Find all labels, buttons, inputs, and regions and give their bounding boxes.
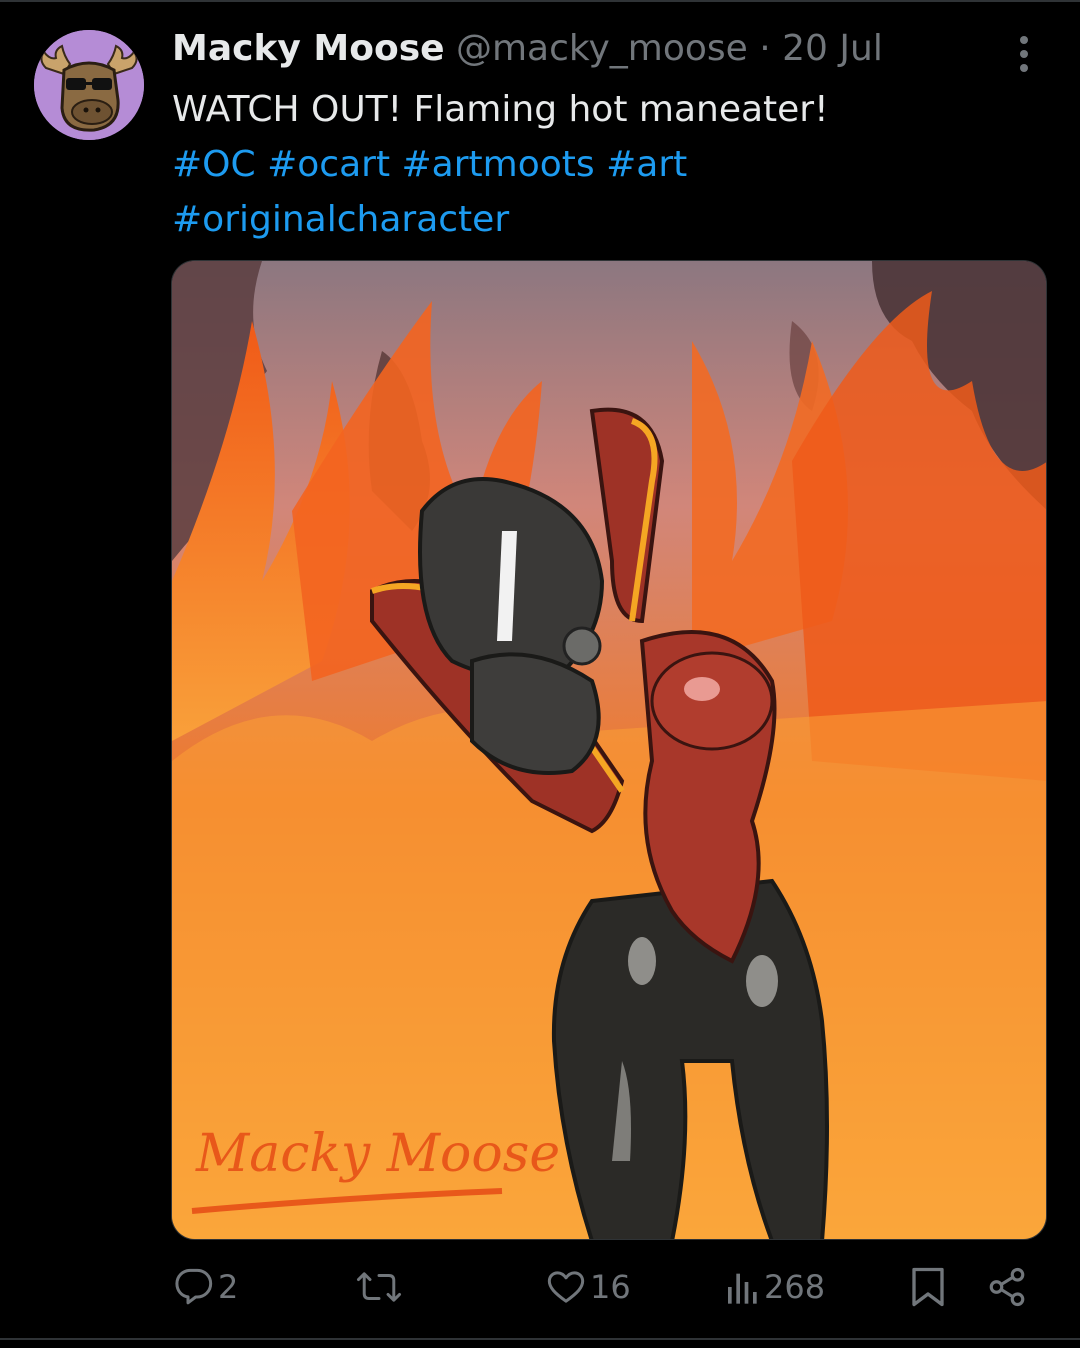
repost-icon [356,1272,402,1302]
hashtag-link[interactable]: #OC [172,144,256,185]
heart-icon [547,1271,585,1303]
bookmark-icon [912,1267,944,1307]
reply-icon [175,1268,213,1305]
like-count: 16 [590,1268,631,1306]
post-date[interactable]: 20 Jul [782,28,883,69]
post-text: WATCH OUT! Flaming hot maneater! [172,89,829,130]
post-divider [0,1338,1080,1340]
reply-count: 2 [218,1268,239,1306]
repost-button[interactable] [356,1264,406,1310]
hashtag-list: #OC #ocart #artmoots #art #originalchara… [172,137,1032,247]
author-avatar[interactable] [34,30,144,140]
hashtag-link[interactable]: #art [606,144,687,185]
more-vertical-icon [1020,36,1028,72]
author-handle[interactable]: @macky_moose [456,28,748,69]
artwork-image: Macky Moose [172,261,1046,1239]
views-button[interactable]: 268 [726,1264,825,1310]
post-card[interactable]: Macky Moose @macky_moose · 20 Jul WATCH … [0,0,1080,1348]
post-media-image[interactable]: Macky Moose [171,260,1047,1240]
moose-avatar-icon [34,30,144,140]
post-body: WATCH OUT! Flaming hot maneater! #OC #oc… [172,82,1032,247]
post-header: Macky Moose @macky_moose · 20 Jul [172,26,883,72]
hashtag-link[interactable]: #artmoots [402,144,595,185]
share-icon [989,1267,1025,1307]
share-button[interactable] [986,1264,1028,1310]
hashtag-link[interactable]: #originalcharacter [172,199,509,240]
view-count: 268 [764,1268,826,1306]
author-display-name[interactable]: Macky Moose [172,28,445,69]
hashtag-link[interactable]: #ocart [267,144,390,185]
reply-button[interactable]: 2 [174,1264,238,1310]
artist-signature: Macky Moose [195,1124,560,1184]
views-chart-icon [728,1273,757,1304]
bookmark-button[interactable] [910,1264,946,1310]
action-bar: 2 16 268 [0,1260,1080,1316]
header-separator: · [747,28,783,69]
more-options-button[interactable] [1004,32,1044,76]
like-button[interactable]: 16 [546,1264,631,1310]
